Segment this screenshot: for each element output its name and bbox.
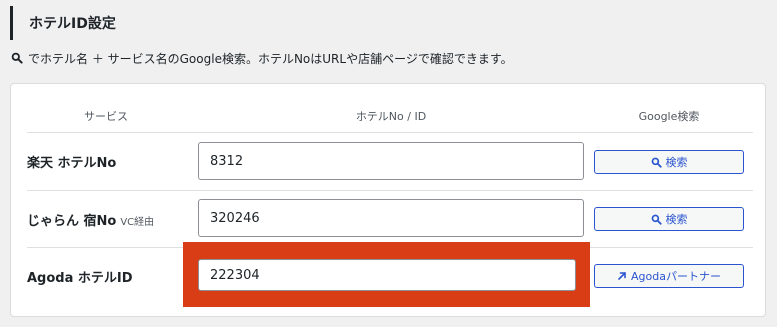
hint-text: でホテル名 ＋ サービス名のGoogle検索。ホテルNoはURLや店舗ページで確… bbox=[28, 51, 513, 66]
agoda-hotel-id-input[interactable]: 222304 bbox=[198, 259, 576, 291]
external-arrow-icon bbox=[617, 271, 627, 281]
jalan-google-search-button[interactable]: 検索 bbox=[594, 207, 744, 231]
header-divider bbox=[27, 132, 753, 133]
rakuten-google-search-button[interactable]: 検索 bbox=[594, 150, 744, 174]
row-label-text: じゃらん 宿No bbox=[27, 214, 117, 229]
row-label-agoda: Agoda ホテルID bbox=[27, 267, 133, 286]
search-icon bbox=[651, 157, 662, 168]
column-header-hotel-id: ホテルNo / ID bbox=[355, 110, 427, 123]
row-label-text: 楽天 ホテルNo bbox=[27, 156, 117, 171]
section-title: ホテルID設定 bbox=[29, 16, 116, 32]
row-label-text: Agoda ホテルID bbox=[27, 271, 133, 286]
row-label-rakuten: 楽天 ホテルNo bbox=[27, 152, 116, 171]
button-label: 検索 bbox=[665, 156, 688, 169]
search-icon bbox=[11, 52, 23, 64]
agoda-partner-button[interactable]: Agodaパートナー bbox=[594, 264, 744, 288]
search-icon bbox=[651, 214, 662, 225]
jalan-yado-no-input[interactable]: 320246 bbox=[198, 199, 584, 237]
row-label-sub: VC経由 bbox=[120, 217, 155, 228]
row-divider bbox=[27, 190, 753, 191]
hint-text-row: でホテル名 ＋ サービス名のGoogle検索。ホテルNoはURLや店舗ページで確… bbox=[11, 49, 513, 67]
column-header-google-search: Google検索 bbox=[638, 110, 700, 123]
row-label-jalan: じゃらん 宿No VC経由 bbox=[27, 210, 154, 229]
column-header-service: サービス bbox=[84, 110, 128, 123]
section-header: ホテルID設定 bbox=[10, 6, 116, 40]
rakuten-hotel-no-input[interactable]: 8312 bbox=[198, 142, 584, 180]
button-label: Agodaパートナー bbox=[631, 270, 721, 283]
button-label: 検索 bbox=[665, 213, 688, 226]
hotel-id-panel: サービス ホテルNo / ID Google検索 楽天 ホテルNo 8312 検… bbox=[10, 83, 766, 317]
